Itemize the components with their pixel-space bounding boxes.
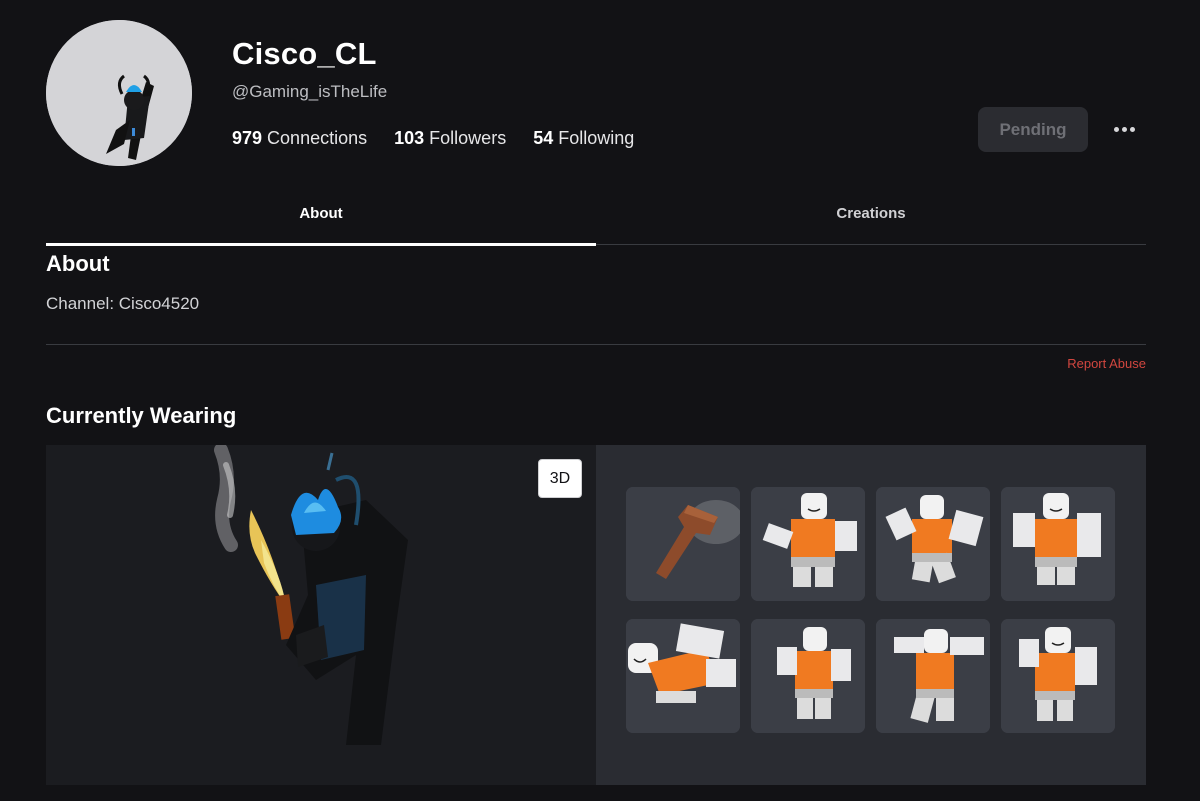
more-dot [1129,126,1135,132]
about-heading: About [46,251,110,276]
avatar-figure-icon [214,445,408,745]
section-divider [46,344,1146,345]
rusty-spike-icon [626,487,740,601]
avatar-pose-icon [876,487,990,601]
more-dots-icon [1113,126,1119,132]
wearing-items-grid [596,445,1146,785]
report-abuse-link[interactable]: Report Abuse [1067,356,1146,371]
animation-item-7[interactable] [1001,619,1115,733]
following-label: Following [558,128,635,148]
display-name: Cisco_CL [232,36,377,71]
avatar-preview[interactable] [46,445,596,785]
profile-stats: 979 Connections 103 Followers 54 Following [232,128,634,149]
profile-avatar [46,20,192,166]
followers-label: Followers [429,128,507,148]
rusty-tool-item[interactable] [626,487,740,601]
3d-toggle-button[interactable]: 3D [538,459,582,498]
avatar-pose-icon [751,487,865,601]
followers-count: 103 [394,128,425,148]
about-description: Channel: Cisco4520 [46,294,200,313]
username: @Gaming_isTheLife [232,82,388,101]
connections-label: Connections [267,128,368,148]
tab-about[interactable]: About [46,190,596,246]
avatar-headshot-icon [46,20,192,166]
animation-item-1[interactable] [751,487,865,601]
avatar-pose-icon [876,619,990,733]
tab-creations[interactable]: Creations [596,190,1146,244]
following-count: 54 [533,128,554,148]
profile-tabs: About Creations [46,190,1146,246]
avatar-pose-icon [626,619,740,733]
currently-wearing-heading: Currently Wearing [46,403,237,428]
animation-item-2[interactable] [876,487,990,601]
connections-count: 979 [232,128,263,148]
pending-button[interactable]: Pending [978,107,1088,152]
connections-stat[interactable]: 979 Connections [232,128,367,149]
animation-item-5[interactable] [751,619,865,733]
avatar-pose-icon [1001,487,1115,601]
avatar-pose-icon [1001,619,1115,733]
animation-item-3[interactable] [1001,487,1115,601]
following-stat[interactable]: 54 Following [533,128,634,149]
more-dot [1121,126,1127,132]
more-options-button[interactable] [1108,114,1140,144]
animation-item-4[interactable] [626,619,740,733]
animation-item-6[interactable] [876,619,990,733]
avatar-pose-icon [751,619,865,733]
followers-stat[interactable]: 103 Followers [394,128,506,149]
